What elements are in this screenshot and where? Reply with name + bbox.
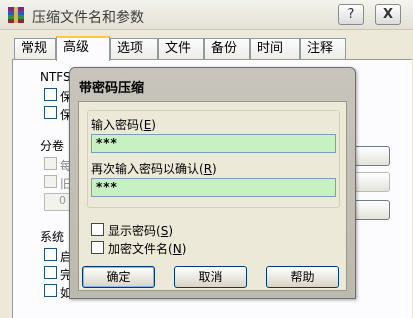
password-dialog-title: 带密码压缩	[79, 81, 145, 96]
tab-strip: 常规 高级 选项 文件 备份 时间 注释	[0, 36, 413, 61]
show-password-label: 显示密码(S)	[108, 224, 174, 238]
tab-options[interactable]: 选项	[110, 38, 158, 60]
system-option-1-checkbox[interactable]	[44, 248, 57, 261]
background-button-2[interactable]	[350, 172, 390, 192]
tab-advanced[interactable]: 高级	[56, 36, 110, 61]
close-title-button[interactable]: X	[375, 4, 401, 25]
winrar-app-icon	[8, 7, 24, 23]
help-button[interactable]: 帮助	[266, 266, 339, 288]
enter-password-input[interactable]: ***	[91, 134, 336, 153]
enter-password-label: 输入密码(E)	[91, 118, 156, 132]
ntfs-option-1-checkbox[interactable]	[44, 88, 57, 101]
ntfs-section-label: NTFS	[40, 70, 71, 84]
ok-button[interactable]: 确定	[82, 266, 155, 288]
encrypt-filenames-label: 加密文件名(N)	[108, 242, 187, 256]
encrypt-filenames-checkbox[interactable]	[91, 241, 104, 254]
show-password-checkbox[interactable]	[91, 223, 104, 236]
split-section-label: 分卷	[40, 139, 65, 153]
window-title: 压缩文件名和参数	[32, 10, 144, 26]
cancel-button[interactable]: 取消	[174, 266, 247, 288]
background-button-3[interactable]	[350, 200, 390, 220]
reenter-password-input[interactable]: ***	[91, 178, 336, 197]
background-button-1[interactable]	[350, 146, 390, 166]
tab-files[interactable]: 文件	[158, 38, 204, 60]
system-option-2-checkbox[interactable]	[44, 266, 57, 279]
tab-backup[interactable]: 备份	[204, 38, 250, 60]
ntfs-option-2-checkbox[interactable]	[44, 106, 57, 119]
split-option-2-checkbox[interactable]	[44, 175, 57, 188]
system-option-3-checkbox[interactable]	[44, 284, 57, 297]
password-dialog: 带密码压缩 输入密码(E) *** 再次输入密码以确认(R) *** 显示密码(…	[69, 67, 356, 299]
reenter-password-label: 再次输入密码以确认(R)	[91, 162, 217, 176]
split-option-1-checkbox[interactable]	[44, 157, 57, 170]
password-dialog-body: 输入密码(E) *** 再次输入密码以确认(R) *** 显示密码(S) 加密文…	[78, 101, 347, 291]
tab-general[interactable]: 常规	[14, 38, 56, 60]
tab-time[interactable]: 时间	[250, 38, 300, 60]
title-bar: 压缩文件名和参数 ? X	[0, 0, 413, 30]
system-section-label: 系统	[40, 230, 65, 244]
help-title-button[interactable]: ?	[338, 4, 364, 25]
tab-comment[interactable]: 注释	[300, 38, 346, 60]
